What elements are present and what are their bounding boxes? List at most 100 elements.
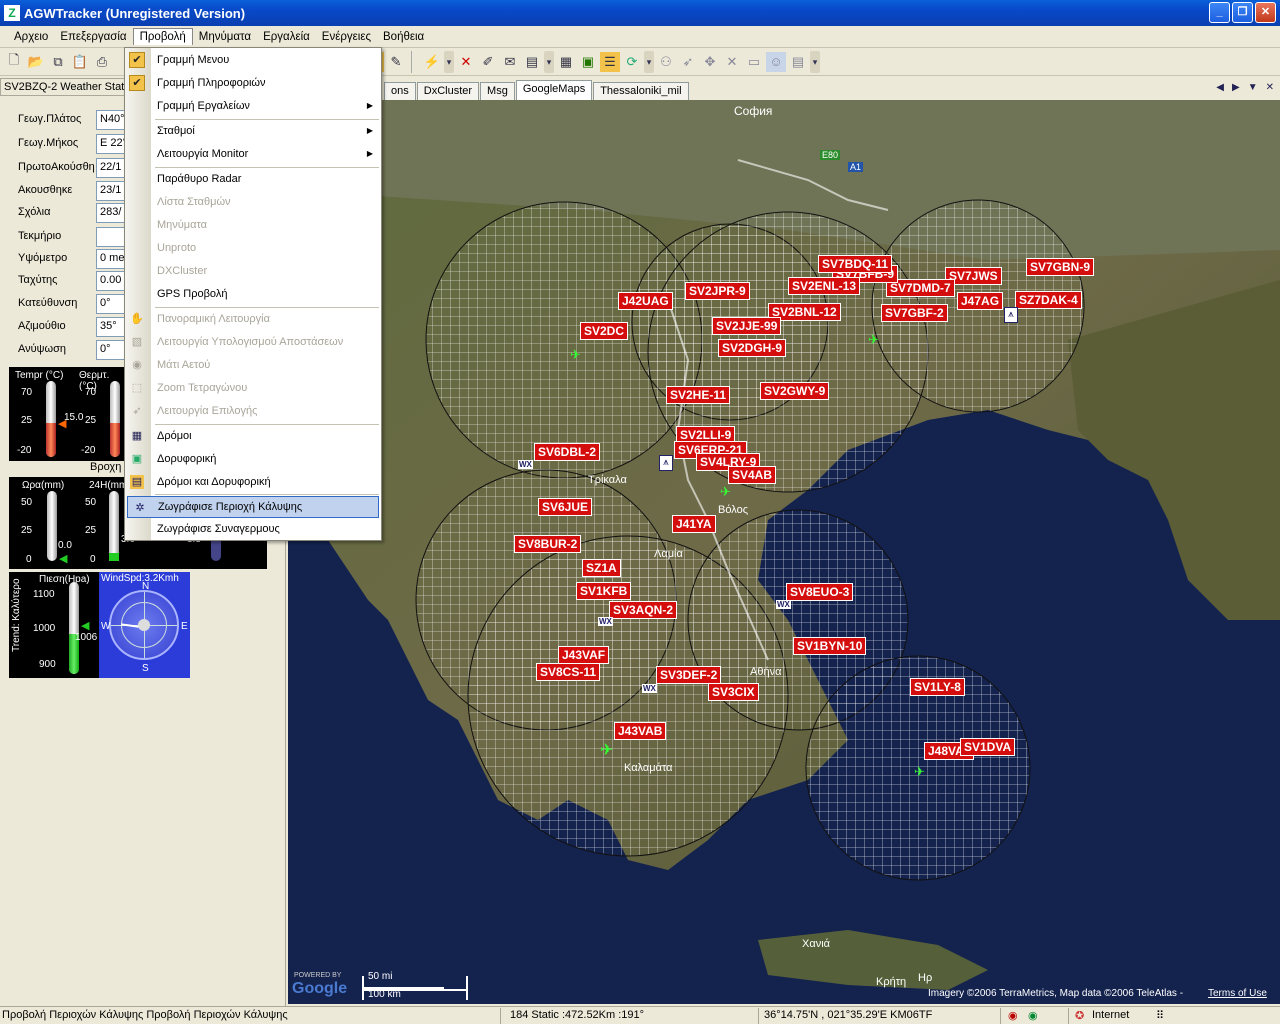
weather-station-icon[interactable]: WX — [776, 600, 791, 609]
tab-close-icon[interactable]: ✕ — [1266, 82, 1274, 93]
station-label[interactable]: J42UAG — [618, 292, 673, 310]
menu-item-monitor[interactable]: Λειτουργία Monitor ▶ — [125, 143, 381, 165]
new-icon[interactable]: 🗋 — [4, 52, 24, 72]
resize-grip-icon[interactable]: ⠿ — [1156, 1009, 1164, 1022]
menu-item-draw-alarms[interactable]: Ζωγράφισε Συναγερμους — [125, 518, 381, 540]
station-label[interactable]: SV3DEF-2 — [656, 666, 722, 684]
aircraft-icon[interactable]: ✈ — [600, 740, 613, 760]
menu-item-menu-bar[interactable]: ✔ Γραμμή Μενου — [125, 49, 381, 71]
station-label[interactable]: SZ1A — [582, 559, 621, 577]
station-label[interactable]: SV3AQN-2 — [609, 601, 678, 619]
station-label[interactable]: J43VAB — [614, 722, 667, 740]
station-label[interactable]: SV8CS-11 — [536, 663, 601, 681]
users-icon[interactable]: ⚇ — [656, 52, 676, 72]
paste-icon[interactable]: 📋 — [70, 52, 90, 72]
menu-item-stations[interactable]: Σταθμοί ▶ — [125, 120, 381, 142]
menu-edit[interactable]: Επεξεργασία — [54, 29, 132, 45]
tab-dxcluster[interactable]: DxCluster — [416, 82, 480, 100]
menu-actions[interactable]: Ενέργειες — [316, 29, 377, 45]
menu-item-toolbar[interactable]: Γραμμή Εργαλείων ▶ — [125, 95, 381, 117]
aircraft-icon[interactable]: ✈ — [914, 764, 925, 780]
pencil-icon[interactable]: ✎ — [386, 52, 406, 72]
cancel-icon[interactable]: ✕ — [722, 52, 742, 72]
tab-list-icon[interactable]: ▼ — [1248, 82, 1258, 93]
copy-icon[interactable]: ⧉ — [48, 52, 68, 72]
people-icon[interactable]: ☺ — [766, 51, 786, 72]
station-label[interactable]: SV6DBL-2 — [534, 443, 601, 461]
station-label[interactable]: SV1LY-8 — [910, 678, 965, 696]
toolbar-grip-icon[interactable]: ▾ — [810, 50, 820, 73]
weather-station-icon[interactable]: WX — [642, 684, 657, 693]
station-label[interactable]: SV7GBN-9 — [1026, 258, 1095, 276]
station-label[interactable]: SV3CIX — [708, 683, 759, 701]
lightning-icon[interactable]: ⚡ — [422, 52, 442, 72]
station-label[interactable]: SZ7DAK-4 — [1015, 291, 1082, 309]
station-label[interactable]: SV2ENL-13 — [788, 277, 861, 295]
station-label[interactable]: SV6JUE — [538, 498, 593, 516]
close-button[interactable]: ✕ — [1255, 2, 1276, 23]
open-icon[interactable]: 📂 — [26, 52, 46, 72]
station-label[interactable]: SV2DGH-9 — [718, 339, 787, 357]
station-label[interactable]: SV8BUR-2 — [514, 535, 582, 553]
station-label[interactable]: SV7GBF-2 — [881, 304, 948, 322]
tab-msg[interactable]: Msg — [480, 82, 515, 100]
station-label[interactable]: J43VAF — [558, 646, 610, 664]
pointer-icon[interactable]: ➶ — [678, 52, 698, 72]
toolbar-grip-icon[interactable]: ▾ — [544, 50, 554, 73]
delete-icon[interactable]: ✕ — [456, 52, 476, 72]
minimize-button[interactable]: _ — [1209, 2, 1230, 23]
toolbar-grip-icon[interactable]: ▾ — [644, 50, 654, 73]
aircraft-icon[interactable]: ✈ — [570, 347, 581, 363]
menu-item-hybrid[interactable]: ▤ Δρόμοι και Δορυφορική — [125, 471, 381, 493]
print-icon[interactable]: ⎙ — [92, 52, 112, 72]
station-label[interactable]: SV1DVA — [960, 738, 1016, 756]
station-label[interactable]: SV2DC — [580, 322, 629, 340]
station-label[interactable]: J47AG — [957, 292, 1004, 310]
aircraft-icon[interactable]: ✈ — [720, 484, 731, 500]
menu-item-roads[interactable]: ▦ Δρόμοι — [125, 425, 381, 447]
aircraft-icon[interactable]: ✈ — [868, 332, 879, 348]
tab-prev-icon[interactable]: ◀ — [1216, 82, 1224, 93]
station-label[interactable]: SV2JPR-9 — [685, 282, 750, 300]
menu-file[interactable]: Αρχειο — [8, 29, 54, 45]
tab-next-icon[interactable]: ▶ — [1232, 82, 1240, 93]
menu-item-info-bar[interactable]: ✔ Γραμμή Πληροφοριών — [125, 72, 381, 94]
table-icon[interactable]: ▦ — [556, 52, 576, 72]
screen-icon[interactable]: ▭ — [744, 52, 764, 72]
menu-view[interactable]: Προβολή — [132, 28, 193, 45]
station-label[interactable]: SV4AB — [728, 466, 777, 484]
list-icon[interactable]: ☰ — [600, 51, 620, 72]
book-icon[interactable]: ▤ — [522, 52, 542, 72]
refresh-icon[interactable]: ⟳ — [622, 52, 642, 72]
menu-item-gps[interactable]: GPS Προβολή — [125, 283, 381, 305]
menu-tools[interactable]: Εργαλεία — [257, 29, 316, 45]
menu-help[interactable]: Βοήθεια — [377, 29, 430, 45]
tab-thessaloniki[interactable]: Thessaloniki_mil — [593, 82, 689, 100]
menu-item-satellite[interactable]: ▣ Δορυφορική — [125, 448, 381, 470]
menu-messages[interactable]: Μηνύματα — [193, 29, 257, 45]
menu-item-radar[interactable]: Παράθυρο Radar — [125, 168, 381, 190]
station-label[interactable]: SV2JJE-99 — [712, 317, 782, 335]
grid-tool-icon[interactable]: ▤ — [788, 52, 808, 72]
station-label[interactable]: SV7BDQ-11 — [818, 255, 893, 273]
station-label[interactable]: J41YA — [672, 515, 716, 533]
station-label[interactable]: SV1BYN-10 — [793, 637, 867, 655]
tab-googlemaps[interactable]: GoogleMaps — [515, 80, 593, 100]
station-label[interactable]: SV8EUO-3 — [786, 583, 854, 601]
station-tower-icon[interactable]: ⩚ — [1004, 307, 1018, 323]
station-label[interactable]: SV2HE-11 — [666, 386, 731, 404]
menu-item-draw-coverage[interactable]: ✲ Ζωγράφισε Περιοχή Κάλυψης — [127, 496, 379, 518]
mail-icon[interactable]: ✉ — [500, 52, 520, 72]
maximize-button[interactable]: ❐ — [1232, 2, 1253, 23]
map-icon[interactable]: ▣ — [578, 52, 598, 72]
move-icon[interactable]: ✥ — [700, 52, 720, 72]
edit-icon[interactable]: ✐ — [478, 52, 498, 72]
google-map[interactable]: София E80 A1 Βόλος Λαμία Τρίκαλα Αθήνα Κ… — [288, 100, 1280, 1004]
toolbar-grip-icon[interactable]: ▾ — [444, 50, 454, 73]
weather-station-icon[interactable]: WX — [598, 617, 613, 626]
weather-station-icon[interactable]: WX — [518, 460, 533, 469]
station-label[interactable]: SV2GWY-9 — [760, 382, 830, 400]
station-tower-icon[interactable]: ⩚ — [659, 455, 673, 471]
terms-link[interactable]: Terms of Use — [1208, 988, 1267, 999]
station-label[interactable]: SV1KFB — [576, 582, 632, 600]
